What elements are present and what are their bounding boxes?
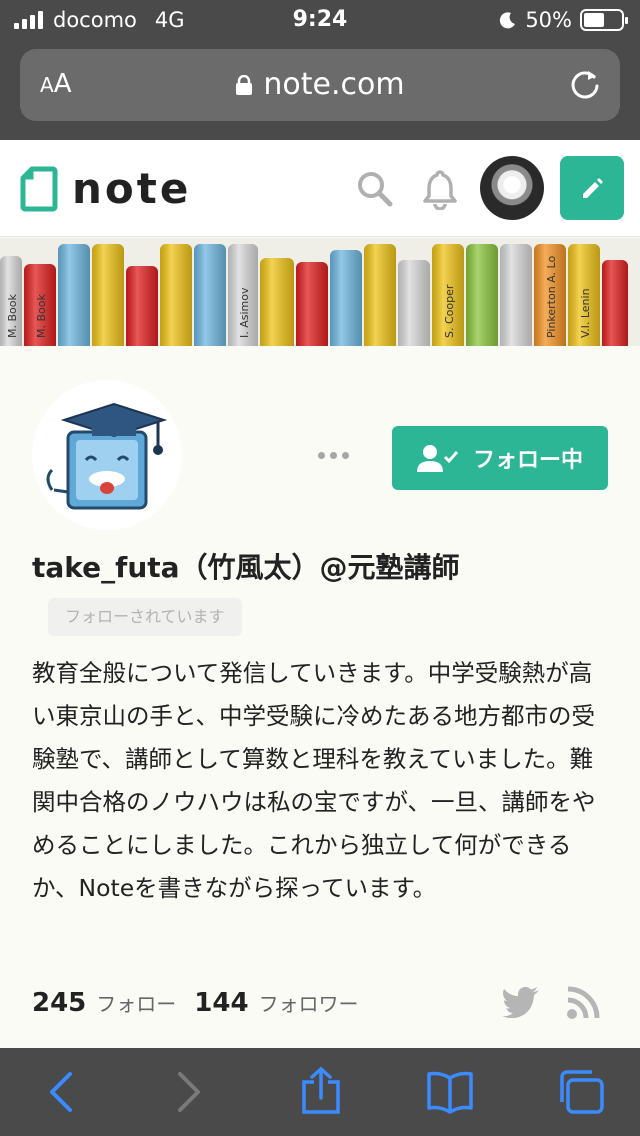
bell-icon[interactable] bbox=[422, 168, 458, 210]
status-bar: docomo 4G 9:24 50% bbox=[0, 0, 640, 40]
pencil-icon bbox=[583, 178, 603, 198]
book-shading bbox=[398, 260, 430, 346]
note-logo[interactable]: note bbox=[20, 164, 191, 213]
url-text: note.com bbox=[263, 67, 405, 102]
book-shading bbox=[364, 244, 396, 346]
follows-you-badge: フォローされています bbox=[48, 598, 242, 636]
book-shading bbox=[330, 250, 362, 346]
book-title: Pinkerton A. Lo bbox=[545, 256, 558, 338]
more-icon[interactable] bbox=[318, 452, 349, 459]
url-display[interactable]: note.com bbox=[20, 67, 620, 102]
rss-icon[interactable] bbox=[566, 986, 600, 1020]
back-icon[interactable] bbox=[46, 1070, 76, 1114]
moon-icon bbox=[500, 12, 516, 29]
book-shading bbox=[92, 244, 124, 346]
book-shading bbox=[194, 244, 226, 346]
twitter-icon[interactable] bbox=[502, 986, 540, 1018]
battery-icon bbox=[580, 9, 628, 31]
post-button[interactable] bbox=[560, 156, 624, 220]
book-shading bbox=[58, 244, 90, 346]
book-shading bbox=[260, 258, 294, 346]
note-logo-icon bbox=[20, 166, 58, 211]
forward-icon[interactable] bbox=[174, 1070, 204, 1114]
book-shading bbox=[160, 244, 192, 346]
book-title: S. Cooper bbox=[443, 284, 456, 338]
share-icon[interactable] bbox=[300, 1066, 342, 1116]
logo-text: note bbox=[72, 164, 192, 213]
lock-icon bbox=[236, 75, 253, 95]
book-shading bbox=[500, 244, 532, 346]
following-count[interactable]: 245 bbox=[32, 988, 86, 1018]
follow-stats: 245 フォロー 144 フォロワー bbox=[32, 988, 377, 1018]
profile-avatar[interactable] bbox=[32, 380, 182, 530]
book-title: M. Book bbox=[35, 294, 48, 338]
book-shading bbox=[466, 244, 498, 346]
following-label[interactable]: フォロー bbox=[96, 988, 176, 1017]
followers-count[interactable]: 144 bbox=[194, 988, 248, 1018]
book-title: M. Book bbox=[6, 294, 19, 338]
tabs-icon[interactable] bbox=[556, 1068, 606, 1116]
book-shading bbox=[126, 266, 158, 346]
profile-header-image: M. Book M. Book I. Asimov S. Cooper Pinkerto… bbox=[0, 238, 640, 346]
books-illustration: M. Book M. Book I. Asimov S. Cooper Pinkerto… bbox=[0, 244, 628, 346]
search-icon[interactable] bbox=[356, 170, 394, 208]
profile-bio: 教育全般について発信していきます。中学受験熱が高い東京山の手と、中学受験に冷めた… bbox=[32, 659, 596, 902]
user-avatar[interactable] bbox=[480, 156, 544, 220]
book-title: V.I. Lenin bbox=[579, 288, 592, 338]
bookmarks-icon[interactable] bbox=[426, 1070, 474, 1114]
profile-name: take_futa（竹風太）@元塾講師 bbox=[32, 551, 460, 584]
follow-button-label: フォロー中 bbox=[472, 448, 583, 473]
browser-top-chrome: docomo 4G 9:24 50% AA note.com bbox=[0, 0, 640, 140]
profile-section: フォロー中 take_futa（竹風太）@元塾講師 フォローされています 教育全… bbox=[0, 346, 640, 1048]
book-shading bbox=[602, 260, 628, 346]
follow-button[interactable]: フォロー中 bbox=[392, 426, 608, 490]
url-bar[interactable]: AA note.com bbox=[20, 49, 620, 121]
battery-percent: 50% bbox=[525, 8, 572, 32]
reload-icon[interactable] bbox=[568, 67, 602, 101]
person-check-icon bbox=[416, 445, 459, 472]
followers-label[interactable]: フォロワー bbox=[259, 988, 359, 1017]
book-shading bbox=[296, 262, 328, 346]
browser-toolbar bbox=[0, 1048, 640, 1136]
site-header: note bbox=[0, 140, 640, 237]
book-title: I. Asimov bbox=[238, 287, 251, 338]
